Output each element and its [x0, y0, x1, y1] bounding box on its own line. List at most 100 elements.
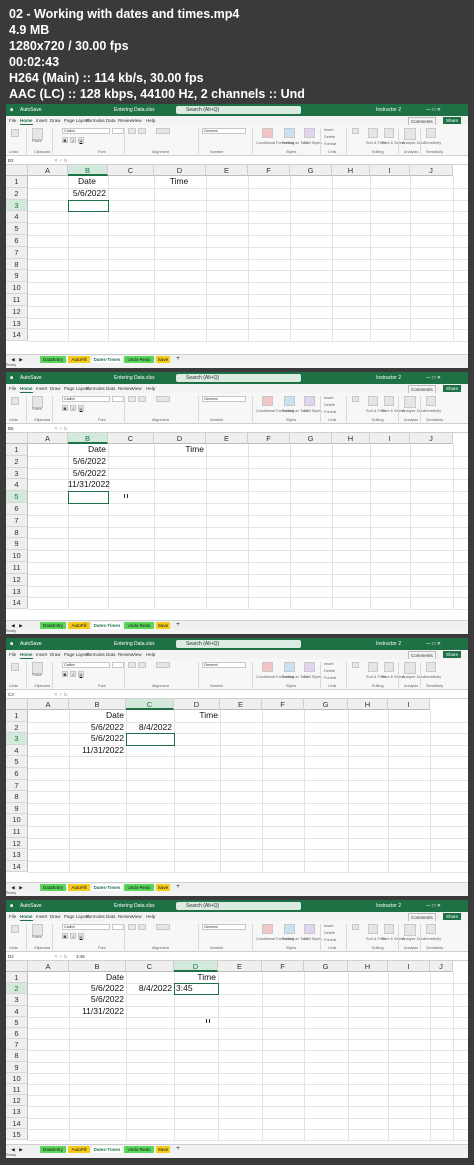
share-button[interactable]: Share: [443, 651, 462, 658]
sheet-tab-save[interactable]: Save: [156, 622, 170, 629]
wrap-text-icon[interactable]: [156, 396, 170, 402]
row-header[interactable]: 8: [6, 258, 28, 271]
column-header-a[interactable]: A: [28, 699, 69, 710]
row-header[interactable]: 7: [6, 246, 28, 259]
tab-file[interactable]: File: [9, 913, 16, 920]
align-left-icon[interactable]: [128, 128, 136, 134]
align-left-icon[interactable]: [128, 662, 136, 668]
cell-styles-icon[interactable]: [304, 396, 315, 406]
row-header[interactable]: 4: [6, 479, 28, 492]
add-sheet-button[interactable]: +: [174, 356, 182, 363]
row-header[interactable]: 2: [6, 721, 28, 734]
sheet-tab-dataentry[interactable]: DataEntry: [40, 1146, 66, 1153]
column-header-b[interactable]: B: [69, 699, 126, 710]
undo-icon[interactable]: [11, 663, 19, 671]
align-center-icon[interactable]: [138, 924, 146, 930]
select-all-corner[interactable]: [6, 433, 28, 444]
column-header-c[interactable]: C: [108, 433, 154, 444]
column-header-c[interactable]: C: [108, 165, 154, 176]
sheet-tab-dataentry[interactable]: DataEntry: [40, 884, 66, 891]
row-header[interactable]: 9: [6, 270, 28, 283]
format-table-icon[interactable]: [284, 396, 295, 406]
window-controls[interactable]: — □ ✕: [426, 639, 441, 649]
italic-button[interactable]: I: [70, 405, 76, 411]
sheet-tab-undo-redo[interactable]: Undo-Redo: [124, 1146, 154, 1153]
tab-scroll-left-icon[interactable]: ◀: [10, 622, 16, 629]
font-name-select[interactable]: Calibri: [62, 396, 110, 402]
column-header-i[interactable]: I: [388, 699, 430, 710]
tab-scroll-right-icon[interactable]: ▶: [18, 884, 24, 891]
analyze-data-icon[interactable]: [404, 128, 416, 140]
tab-formulas[interactable]: Formulas: [86, 913, 105, 920]
cell-value[interactable]: 5/6/2022: [69, 983, 124, 994]
sheet-tab-save[interactable]: Save: [156, 356, 170, 363]
row-header[interactable]: 9: [6, 538, 28, 551]
sheet-tab-autofill[interactable]: AutoFill: [68, 1146, 90, 1153]
select-all-corner[interactable]: [6, 165, 28, 176]
sort-filter-icon[interactable]: [368, 924, 378, 934]
autosave-toggle[interactable]: AutoSave: [20, 373, 42, 383]
italic-button[interactable]: I: [70, 137, 76, 143]
sum-icon[interactable]: [352, 662, 359, 668]
column-header-a[interactable]: A: [28, 165, 68, 176]
row-header[interactable]: 1: [6, 710, 28, 722]
delete-label[interactable]: Delete: [324, 931, 335, 935]
sheet-tab-dataentry[interactable]: DataEntry: [40, 356, 66, 363]
row-header[interactable]: 6: [6, 768, 28, 780]
autosave-toggle[interactable]: AutoSave: [20, 105, 42, 115]
format-label[interactable]: Format: [324, 410, 336, 414]
column-header-g[interactable]: G: [304, 961, 348, 972]
autosave-toggle[interactable]: AutoSave: [20, 901, 42, 911]
column-header-e[interactable]: E: [220, 699, 262, 710]
bold-button[interactable]: B: [62, 405, 68, 411]
row-header[interactable]: 14: [6, 329, 28, 342]
column-header-j[interactable]: J: [430, 961, 453, 972]
tab-draw[interactable]: Draw: [50, 117, 61, 124]
window-controls[interactable]: — □ ✕: [426, 373, 441, 383]
number-format-select[interactable]: General: [202, 128, 246, 134]
tab-data[interactable]: Data: [106, 117, 116, 124]
row-header[interactable]: 2: [6, 983, 28, 995]
row-header[interactable]: 11: [6, 1084, 28, 1096]
tab-review[interactable]: Review: [118, 385, 133, 392]
cell-value[interactable]: 5/6/2022: [68, 456, 106, 468]
row-header[interactable]: 9: [6, 802, 28, 815]
sort-filter-icon[interactable]: [368, 396, 378, 406]
add-sheet-button[interactable]: +: [174, 884, 182, 891]
row-header[interactable]: 6: [6, 235, 28, 247]
tab-help[interactable]: Help: [146, 913, 155, 920]
column-header-a[interactable]: A: [28, 961, 69, 972]
column-header-g[interactable]: G: [290, 165, 332, 176]
column-header-d[interactable]: D: [154, 433, 206, 444]
font-size-select[interactable]: [112, 924, 124, 930]
column-header-j[interactable]: J: [410, 165, 453, 176]
row-header[interactable]: 7: [6, 1039, 28, 1051]
row-header[interactable]: 12: [6, 305, 28, 318]
conditional-formatting-icon[interactable]: [262, 128, 273, 138]
tab-formulas[interactable]: Formulas: [86, 385, 105, 392]
row-header[interactable]: 2: [6, 455, 28, 468]
tab-review[interactable]: Review: [118, 913, 133, 920]
cell-value[interactable]: 5/6/2022: [69, 733, 124, 745]
bold-button[interactable]: B: [62, 137, 68, 143]
row-header[interactable]: 13: [6, 849, 28, 861]
column-header-f[interactable]: F: [262, 961, 304, 972]
column-header-j[interactable]: J: [410, 433, 453, 444]
delete-label[interactable]: Delete: [324, 669, 335, 673]
tab-scroll-left-icon[interactable]: ◀: [10, 356, 16, 363]
tab-scroll-right-icon[interactable]: ▶: [18, 356, 24, 363]
sort-filter-icon[interactable]: [368, 662, 378, 672]
cell-value[interactable]: 8/4/2022: [126, 722, 172, 734]
tab-data[interactable]: Data: [106, 651, 116, 658]
active-cell[interactable]: [68, 199, 109, 213]
name-box[interactable]: C3: [8, 691, 14, 698]
add-sheet-button[interactable]: +: [174, 1146, 182, 1153]
sensitivity-icon[interactable]: [426, 396, 436, 406]
tab-home[interactable]: Home: [20, 117, 33, 125]
cell-styles-icon[interactable]: [304, 128, 315, 138]
column-header-d[interactable]: D: [174, 699, 220, 710]
sort-filter-icon[interactable]: [368, 128, 378, 138]
cell-value[interactable]: Date: [68, 444, 106, 456]
name-box[interactable]: B5: [8, 425, 14, 432]
column-header-c[interactable]: C: [126, 699, 174, 710]
